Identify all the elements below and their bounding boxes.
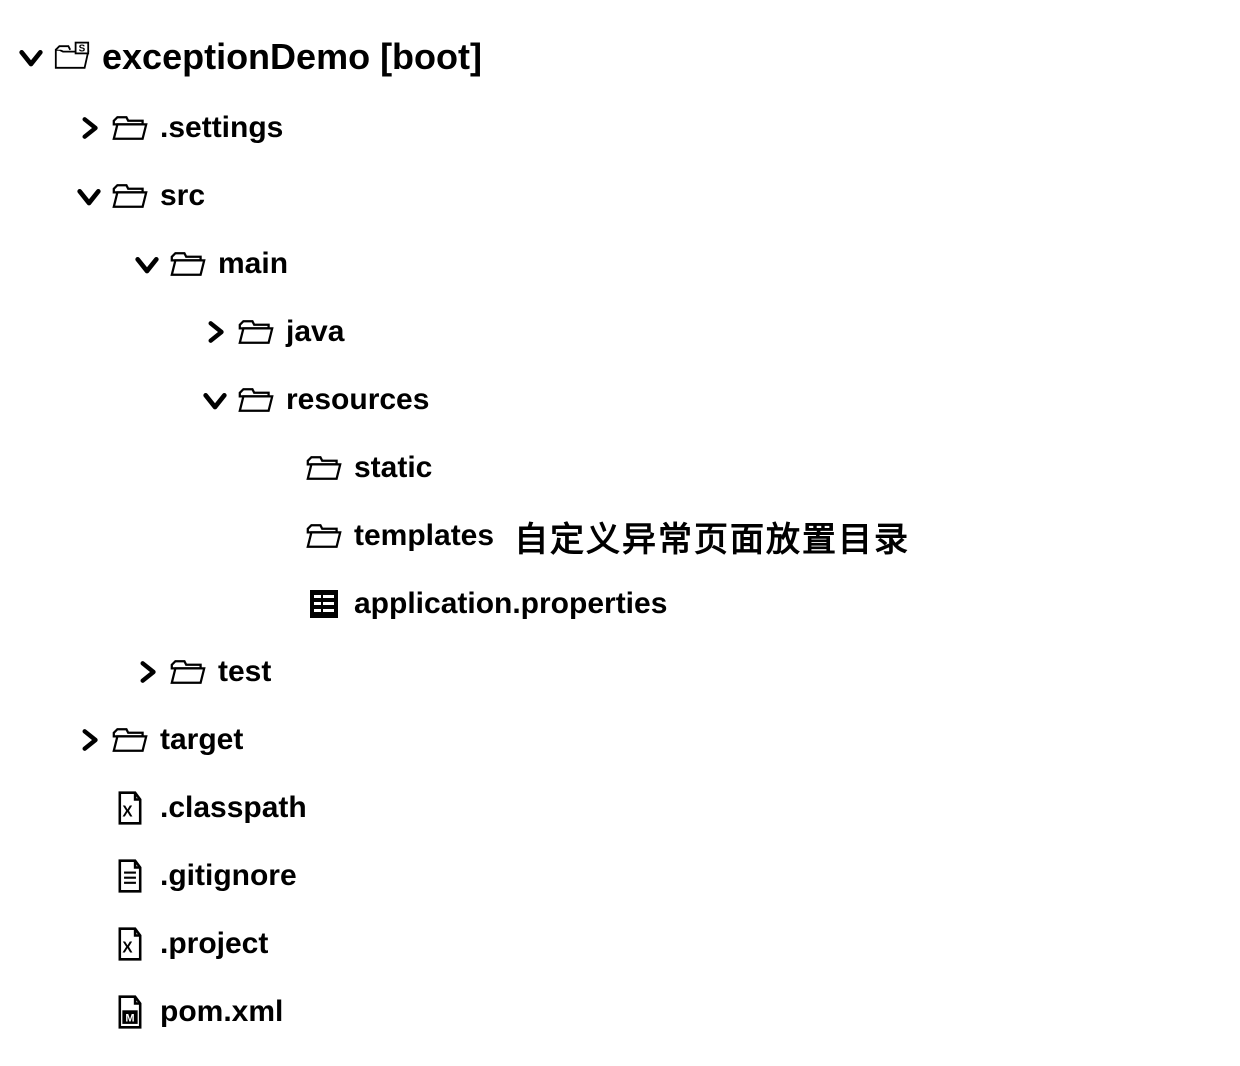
xfile-icon: X	[112, 790, 148, 826]
tree-node-src[interactable]: src	[10, 162, 1230, 230]
svg-text:M: M	[125, 1012, 134, 1024]
tree-node-label: application.properties	[354, 587, 667, 621]
folder-icon	[112, 722, 148, 758]
folder-icon	[112, 178, 148, 214]
folder-icon	[170, 246, 206, 282]
tree-node-project[interactable]: X .project	[10, 910, 1230, 978]
folder-icon	[170, 654, 206, 690]
chevron-right-icon[interactable]	[130, 655, 164, 689]
textfile-icon	[112, 858, 148, 894]
tree-node-main[interactable]: main	[10, 230, 1230, 298]
tree-node-settings[interactable]: .settings	[10, 94, 1230, 162]
project-icon: S	[54, 39, 90, 75]
tree-node-label: test	[218, 655, 271, 689]
tree-node-label: main	[218, 247, 288, 281]
project-tree: SexceptionDemo [boot] .settings srcmain jav…	[10, 20, 1230, 1046]
chevron-down-icon[interactable]	[72, 179, 106, 213]
tree-node-label: .gitignore	[160, 859, 297, 893]
tree-node-label: .settings	[160, 111, 283, 145]
tree-node-target[interactable]: target	[10, 706, 1230, 774]
tree-node-label: java	[286, 315, 344, 349]
folder-icon	[238, 382, 274, 418]
properties-icon	[306, 586, 342, 622]
xfile-icon: X	[112, 926, 148, 962]
tree-node-test[interactable]: test	[10, 638, 1230, 706]
chevron-down-icon[interactable]	[130, 247, 164, 281]
chevron-right-icon[interactable]	[72, 111, 106, 145]
tree-node-java[interactable]: java	[10, 298, 1230, 366]
tree-node-label: resources	[286, 383, 429, 417]
tree-node-label: target	[160, 723, 243, 757]
tree-node-label: static	[354, 451, 432, 485]
chevron-right-icon[interactable]	[198, 315, 232, 349]
folder-icon	[306, 450, 342, 486]
tree-node-root[interactable]: SexceptionDemo [boot]	[10, 20, 1230, 94]
tree-node-label: .project	[160, 927, 268, 961]
tree-node-pomxml[interactable]: Mpom.xml	[10, 978, 1230, 1046]
tree-node-label: src	[160, 179, 205, 213]
tree-node-label: exceptionDemo [boot]	[102, 36, 482, 78]
folder-icon	[112, 110, 148, 146]
tree-node-label: pom.xml	[160, 995, 283, 1029]
tree-node-gitignore[interactable]: .gitignore	[10, 842, 1230, 910]
annotation-text: 自定义异常页面放置目录	[514, 512, 910, 561]
tree-node-label: templates	[354, 519, 494, 553]
folder-icon	[238, 314, 274, 350]
tree-node-templates[interactable]: templates 自定义异常页面放置目录	[10, 502, 1230, 570]
tree-node-appprops[interactable]: application.properties	[10, 570, 1230, 638]
svg-text:S: S	[79, 44, 86, 55]
tree-node-label: .classpath	[160, 791, 307, 825]
svg-text:X: X	[122, 940, 133, 957]
tree-node-resources[interactable]: resources	[10, 366, 1230, 434]
tree-node-static[interactable]: static	[10, 434, 1230, 502]
chevron-right-icon[interactable]	[72, 723, 106, 757]
tree-node-classpath[interactable]: X .classpath	[10, 774, 1230, 842]
svg-text:X: X	[122, 804, 133, 821]
folder-icon	[306, 518, 342, 554]
mfile-icon: M	[112, 994, 148, 1030]
chevron-down-icon[interactable]	[14, 40, 48, 74]
chevron-down-icon[interactable]	[198, 383, 232, 417]
